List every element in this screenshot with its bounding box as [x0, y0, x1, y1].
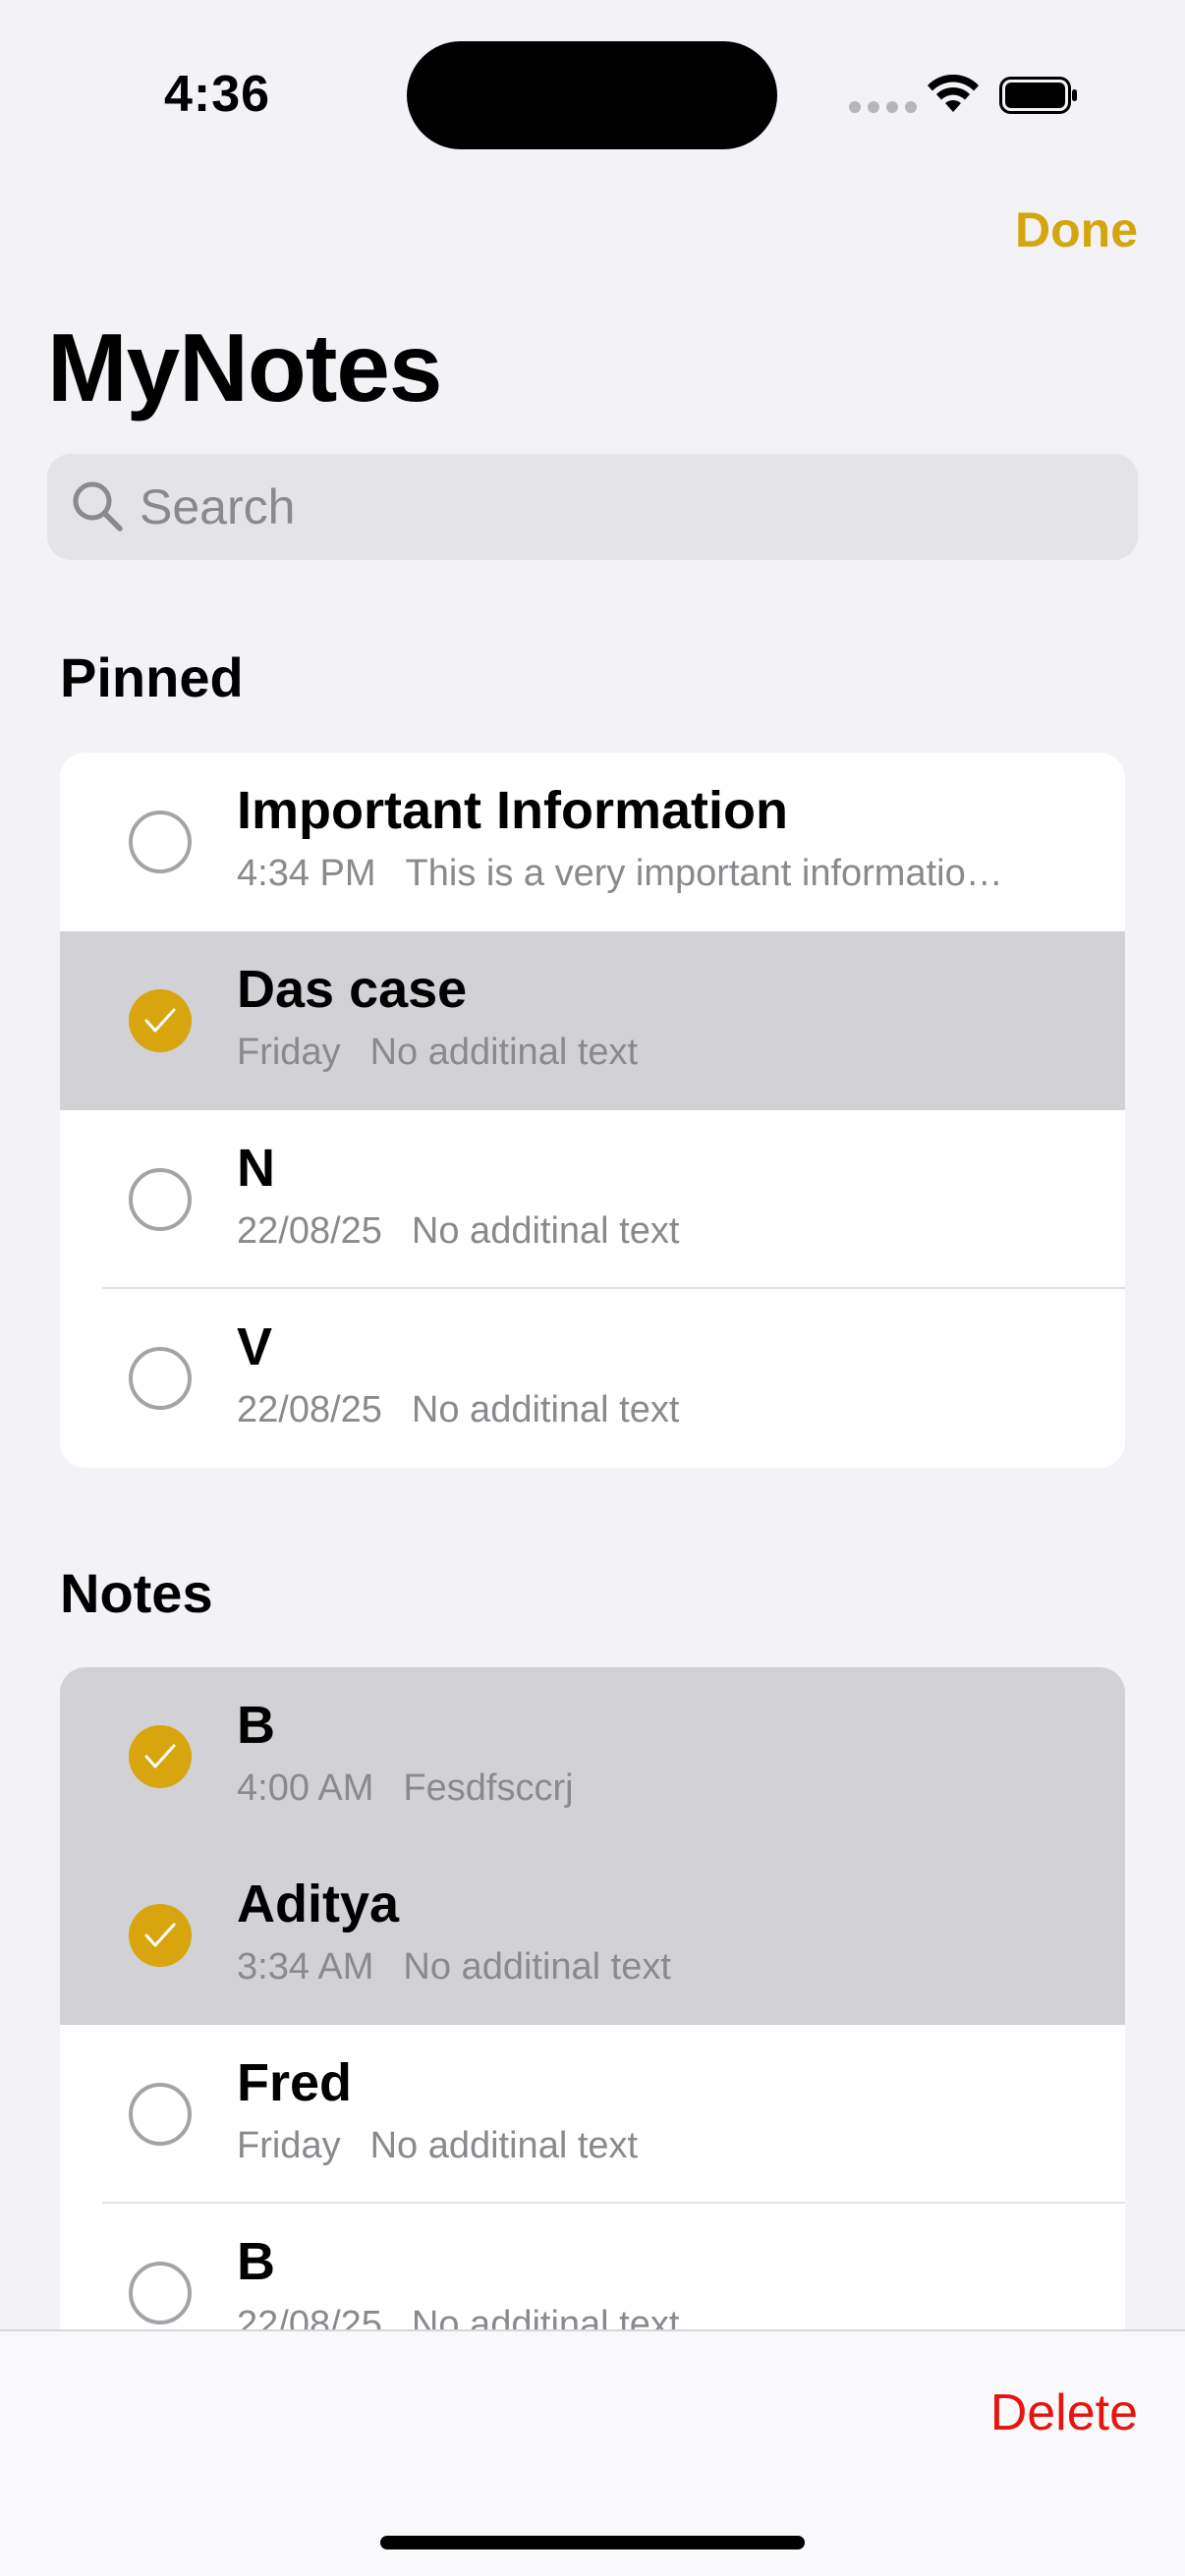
note-date: 4:00 AM [237, 1767, 374, 1809]
note-date: 22/08/25 [237, 1210, 382, 1252]
note-preview: No additinal text [411, 1210, 680, 1252]
done-button[interactable]: Done [1015, 201, 1138, 258]
note-preview: No additinal text [411, 1389, 680, 1430]
home-indicator[interactable] [380, 2536, 805, 2549]
note-subtitle: 22/08/25 No additinal text [237, 1389, 1101, 1431]
checkmark-circle-icon[interactable] [129, 989, 192, 1052]
note-preview: Fesdfsccrj [403, 1767, 574, 1809]
note-title: Important Information [237, 781, 788, 840]
note-title: B [237, 1696, 275, 1755]
note-preview: No additinal text [403, 1946, 671, 1988]
note-preview: No additinal text [369, 2125, 639, 2166]
section-header-notes: Notes [60, 1562, 213, 1624]
note-preview: This is a very important informatio… [405, 853, 1003, 894]
note-row[interactable]: B 4:00 AM Fesdfsccrj [60, 1667, 1125, 1846]
selection-circle-icon[interactable] [129, 2083, 192, 2146]
selection-circle-icon[interactable] [129, 811, 192, 873]
section-header-pinned: Pinned [60, 646, 244, 708]
note-title: Fred [237, 2053, 353, 2112]
pinned-notes-list: Important Information 4:34 PM This is a v… [60, 753, 1125, 1468]
note-title: Das case [237, 960, 468, 1019]
cellular-signal-icon [849, 101, 917, 113]
selection-circle-icon[interactable] [129, 1168, 192, 1231]
notes-list: B 4:00 AM Fesdfsccrj Aditya 3:34 AM No add… [60, 1667, 1125, 2382]
selection-circle-icon[interactable] [129, 1347, 192, 1410]
note-row[interactable]: Aditya 3:34 AM No additinal text [60, 1846, 1125, 2025]
note-row[interactable]: Das case Friday No additinal text [60, 931, 1125, 1110]
note-date: Friday [237, 1032, 341, 1073]
note-title: V [237, 1317, 273, 1376]
search-input[interactable] [140, 454, 1102, 560]
note-subtitle: Friday No additinal text [237, 1032, 1101, 1074]
search-icon [73, 481, 123, 532]
notes-screen: 4:36 Done MyNotes Pinned Important Infor… [0, 0, 1185, 2576]
note-row[interactable]: Fred Friday No additinal text [60, 2025, 1125, 2204]
note-subtitle: 4:00 AM Fesdfsccrj [237, 1767, 1101, 1810]
note-row[interactable]: V 22/08/25 No additinal text [60, 1289, 1125, 1468]
checkmark-circle-icon[interactable] [129, 1904, 192, 1967]
note-date: 22/08/25 [237, 1389, 382, 1430]
note-date: Friday [237, 2125, 341, 2166]
note-subtitle: Friday No additinal text [237, 2125, 1101, 2167]
note-row[interactable]: Important Information 4:34 PM This is a v… [60, 753, 1125, 931]
battery-icon [999, 77, 1077, 114]
search-bar[interactable] [47, 454, 1138, 560]
dynamic-island [407, 41, 777, 149]
note-row[interactable]: N 22/08/25 No additinal text [60, 1110, 1125, 1289]
status-time: 4:36 [164, 66, 271, 123]
note-preview: No additinal text [369, 1032, 639, 1073]
note-subtitle: 3:34 AM No additinal text [237, 1946, 1101, 1988]
wifi-icon [928, 75, 979, 112]
note-title: Aditya [237, 1875, 400, 1933]
note-date: 4:34 PM [237, 853, 376, 894]
note-title: B [237, 2232, 275, 2291]
note-subtitle: 22/08/25 No additinal text [237, 1210, 1101, 1253]
note-date: 3:34 AM [237, 1946, 374, 1988]
note-title: N [237, 1139, 275, 1198]
checkmark-circle-icon[interactable] [129, 1725, 192, 1788]
note-subtitle: 4:34 PM This is a very important informat… [237, 853, 1101, 895]
delete-button[interactable]: Delete [990, 2383, 1138, 2442]
page-title: MyNotes [47, 313, 442, 421]
selection-circle-icon[interactable] [129, 2262, 192, 2324]
